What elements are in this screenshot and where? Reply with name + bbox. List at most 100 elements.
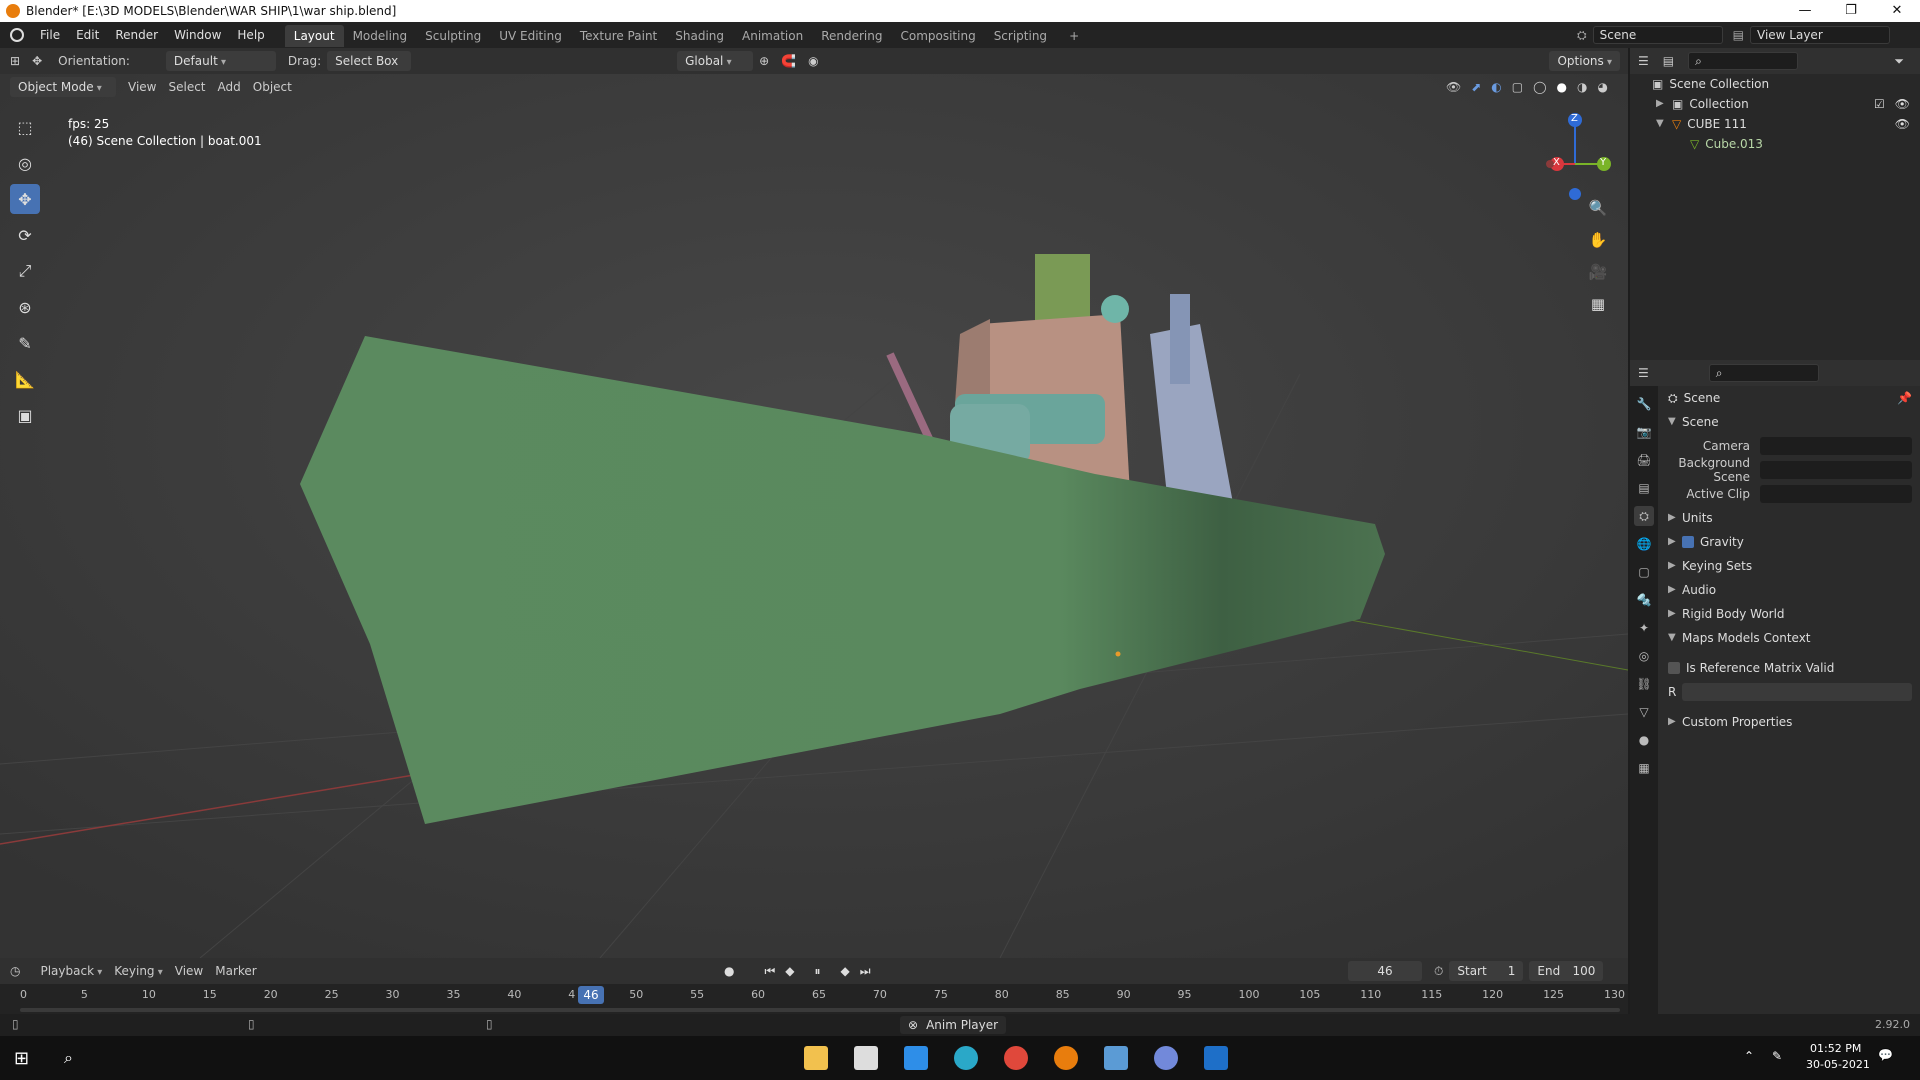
- tab-texture-paint[interactable]: Texture Paint: [571, 25, 666, 47]
- options-dropdown[interactable]: Options: [1549, 51, 1620, 71]
- timeline-scrollbar[interactable]: [20, 1008, 1620, 1012]
- clock-time[interactable]: 01:52 PM: [1810, 1042, 1861, 1055]
- store-icon[interactable]: [854, 1046, 878, 1070]
- tab-shading[interactable]: Shading: [666, 25, 733, 47]
- 3d-viewport[interactable]: ⬚ ◎ ✥ ⟳ ⤢ ⊛ ✎ 📐 ▣ Z Y X 🔍 ✋ 🎥 ▦: [0, 74, 1628, 958]
- view-menu[interactable]: View: [128, 80, 156, 94]
- menu-edit[interactable]: Edit: [68, 22, 107, 48]
- outliner-search-input[interactable]: ⌕: [1688, 52, 1799, 70]
- camera-field[interactable]: [1760, 437, 1912, 455]
- playback-menu[interactable]: Playback: [40, 964, 102, 978]
- active-clip-field[interactable]: [1760, 485, 1912, 503]
- editor-type-icon[interactable]: ⊞: [10, 54, 20, 68]
- solid-shading-icon[interactable]: ●: [1557, 80, 1567, 94]
- modifier-tab-icon[interactable]: 🔩: [1634, 590, 1654, 610]
- r-matrix-field[interactable]: [1682, 683, 1912, 701]
- select-box-icon[interactable]: ⬚: [10, 112, 40, 142]
- panel-audio[interactable]: ▶ Audio: [1660, 578, 1920, 602]
- proportional-edit-icon[interactable]: ◉: [808, 54, 818, 68]
- blender-taskbar-icon[interactable]: [1054, 1046, 1078, 1070]
- record-icon[interactable]: ●: [724, 964, 734, 979]
- playhead-indicator[interactable]: 46: [578, 986, 604, 1004]
- output-tab-icon[interactable]: 🖨: [1634, 450, 1654, 470]
- clock-date[interactable]: 30-05-2021: [1806, 1058, 1870, 1071]
- file-explorer-icon[interactable]: [804, 1046, 828, 1070]
- outliner-row-collection[interactable]: ▶ ▣ Collection ☑ 👁: [1630, 94, 1920, 114]
- tab-compositing[interactable]: Compositing: [891, 25, 984, 47]
- menu-render[interactable]: Render: [107, 22, 166, 48]
- scene-icon[interactable]: ⛭: [1577, 28, 1587, 43]
- jump-end-icon[interactable]: ⏭: [860, 964, 871, 979]
- end-frame-field[interactable]: End 100: [1529, 961, 1604, 981]
- tool-tab-icon[interactable]: 🔧: [1634, 394, 1654, 414]
- outliner-row-cube-013[interactable]: ▽ Cube.013: [1630, 134, 1920, 154]
- cursor-icon[interactable]: ◎: [10, 148, 40, 178]
- minimize-icon[interactable]: —: [1782, 0, 1828, 22]
- object-mode-dropdown[interactable]: Object Mode: [10, 77, 116, 97]
- scene-selector[interactable]: Scene: [1592, 26, 1723, 44]
- object-tab-icon[interactable]: ▢: [1634, 562, 1654, 582]
- pan-hand-icon[interactable]: ✋: [1586, 228, 1610, 252]
- eye-icon[interactable]: 👁: [1895, 114, 1910, 134]
- transform-orientation-dropdown[interactable]: Global: [677, 51, 754, 71]
- panel-gravity[interactable]: ▶ Gravity: [1660, 530, 1920, 554]
- zoom-icon[interactable]: 🔍: [1586, 196, 1610, 220]
- timeline-editor-icon[interactable]: ◷: [10, 964, 20, 978]
- constraints-tab-icon[interactable]: ⛓: [1634, 674, 1654, 694]
- object-menu[interactable]: Object: [253, 80, 292, 94]
- jump-keyframe-forward-icon[interactable]: ◆: [841, 964, 850, 979]
- render-tab-icon[interactable]: 📷: [1634, 422, 1654, 442]
- rendered-shading-icon[interactable]: ◕: [1598, 80, 1608, 94]
- discord-icon[interactable]: [1154, 1046, 1178, 1070]
- close-icon[interactable]: ✕: [1874, 0, 1920, 22]
- windows-start-icon[interactable]: ⊞: [14, 1048, 29, 1069]
- expand-arrow-icon[interactable]: ▶: [1656, 94, 1672, 114]
- add-workspace-icon[interactable]: +: [1060, 25, 1088, 47]
- edge-icon[interactable]: [954, 1046, 978, 1070]
- tab-rendering[interactable]: Rendering: [812, 25, 891, 47]
- physics-tab-icon[interactable]: ◎: [1634, 646, 1654, 666]
- reference-matrix-checkbox[interactable]: [1668, 662, 1680, 674]
- timeline-ruler[interactable]: 0 5 10 15 20 25 30 35 40 4 50 55 60 65 70 75 80 85 90 95 100…: [0, 986, 1628, 1012]
- data-tab-icon[interactable]: ▽: [1634, 702, 1654, 722]
- display-mode-icon[interactable]: ▤: [1663, 54, 1674, 68]
- pause-icon[interactable]: ⏸: [815, 964, 821, 979]
- eye-icon[interactable]: 👁: [1895, 94, 1910, 114]
- properties-search-input[interactable]: ⌕: [1708, 364, 1819, 382]
- snap-icon[interactable]: 🧲: [781, 54, 796, 68]
- visibility-icon[interactable]: 👁: [1446, 80, 1461, 94]
- rotate-icon[interactable]: ⟳: [10, 220, 40, 250]
- measure-icon[interactable]: 📐: [10, 364, 40, 394]
- world-tab-icon[interactable]: 🌐: [1634, 534, 1654, 554]
- view-layer-tab-icon[interactable]: ▤: [1634, 478, 1654, 498]
- pen-tray-icon[interactable]: ✎: [1772, 1049, 1782, 1063]
- move-icon[interactable]: ✥: [10, 184, 40, 214]
- texture-tab-icon[interactable]: ▦: [1634, 758, 1654, 778]
- properties-editor-icon[interactable]: ☰: [1638, 366, 1649, 380]
- menu-window[interactable]: Window: [166, 22, 229, 48]
- material-shading-icon[interactable]: ◑: [1577, 80, 1587, 94]
- overlay-toggle-icon[interactable]: ◐: [1491, 80, 1501, 94]
- stopwatch-icon[interactable]: ⏱: [1434, 964, 1443, 979]
- checkbox-icon[interactable]: ☑: [1874, 94, 1885, 114]
- transform-tool-icon[interactable]: ⊛: [10, 292, 40, 322]
- tab-sculpting[interactable]: Sculpting: [416, 25, 490, 47]
- keying-menu[interactable]: Keying: [114, 964, 163, 978]
- select-menu[interactable]: Select: [168, 80, 205, 94]
- jump-keyframe-back-icon[interactable]: ◆: [785, 964, 794, 979]
- panel-custom-properties[interactable]: ▶ Custom Properties: [1660, 710, 1920, 734]
- panel-rigid-body-world[interactable]: ▶ Rigid Body World: [1660, 602, 1920, 626]
- outliner-row-cube-111[interactable]: ▼ ▽ CUBE 111 👁: [1630, 114, 1920, 134]
- scale-icon[interactable]: ⤢: [10, 256, 40, 286]
- menu-help[interactable]: Help: [229, 22, 272, 48]
- tab-modeling[interactable]: Modeling: [344, 25, 417, 47]
- tab-layout[interactable]: Layout: [284, 25, 344, 47]
- marker-menu[interactable]: Marker: [215, 964, 256, 978]
- restore-icon[interactable]: ❐: [1828, 0, 1874, 22]
- panel-keying-sets[interactable]: ▶ Keying Sets: [1660, 554, 1920, 578]
- pin-icon[interactable]: 📌: [1897, 386, 1912, 410]
- camera-view-icon[interactable]: 🎥: [1586, 260, 1610, 284]
- jump-start-icon[interactable]: ⏮: [764, 964, 775, 979]
- search-icon[interactable]: ⌕: [64, 1048, 73, 1068]
- pivot-icon[interactable]: ⊕: [759, 54, 769, 68]
